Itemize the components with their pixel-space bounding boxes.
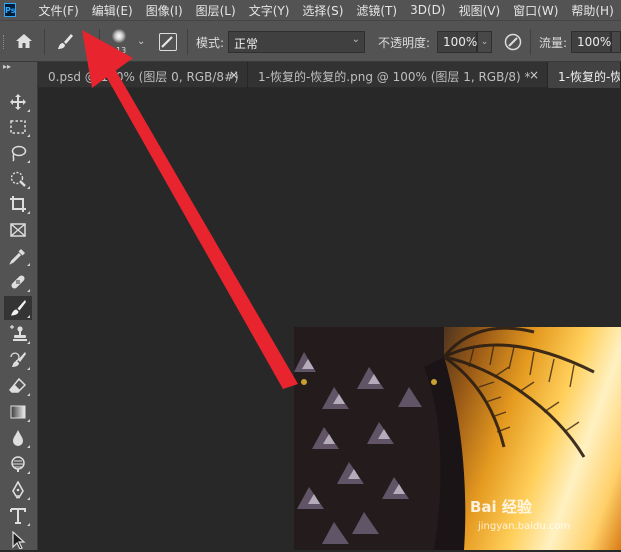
menu-select[interactable]: 选择(S) <box>302 2 343 19</box>
tab-0-psd[interactable]: 0.psd @ 100% (图层 0, RGB/8#) <box>38 62 248 88</box>
opacity-label: 不透明度: <box>378 36 431 50</box>
tab-label: 1-恢复的-恢 <box>558 70 621 84</box>
pen-tool-icon[interactable] <box>4 478 32 502</box>
tab-close-icon[interactable]: × <box>529 68 539 82</box>
brush-picker-chevron-icon[interactable]: ⌄ <box>137 36 145 47</box>
palm-image-graphic <box>294 327 595 550</box>
brush-preset-icon[interactable] <box>55 32 75 56</box>
menu-window[interactable]: 窗口(W) <box>513 2 558 19</box>
type-tool-icon[interactable] <box>4 504 32 528</box>
tools-panel: ▸▸ <box>0 62 38 550</box>
options-bar: 13 ⌄ 模式: 正常 ⌄ 不透明度: 100% ⌄ 流量: 100% <box>0 20 621 62</box>
quick-selection-tool-icon[interactable] <box>4 167 32 191</box>
tab-close-icon[interactable]: × <box>229 68 239 82</box>
mode-label: 模式: <box>196 36 225 50</box>
baidu-watermark: Bai 经验 <box>470 498 532 516</box>
blur-tool-icon[interactable] <box>4 426 32 450</box>
tab-label: 0.psd @ 100% (图层 0, RGB/8#) <box>48 70 239 84</box>
flow-input[interactable]: 100% <box>571 31 611 53</box>
menu-file[interactable]: 文件(F) <box>38 2 78 19</box>
menu-view[interactable]: 视图(V) <box>459 2 501 19</box>
menu-bar: Ps 文件(F) 编辑(E) 图像(I) 图层(L) 文字(Y) 选择(S) 滤… <box>0 0 621 20</box>
clone-stamp-tool-icon[interactable] <box>4 322 32 346</box>
tab-label: 1-恢复的-恢复的.png @ 100% (图层 1, RGB/8) * <box>258 70 531 84</box>
baidu-watermark-url: jingyan.baidu.com <box>478 521 571 532</box>
move-tool-icon[interactable] <box>4 90 32 114</box>
canvas-image[interactable] <box>294 327 621 550</box>
dodge-tool-icon[interactable] <box>4 452 32 476</box>
frame-tool-icon[interactable] <box>4 218 32 242</box>
flow-label: 流量: <box>539 36 568 50</box>
home-icon[interactable] <box>14 32 34 54</box>
mode-dropdown[interactable]: 正常 ⌄ <box>228 31 365 53</box>
photoshop-logo-icon[interactable]: Ps <box>4 3 17 17</box>
brush-tool-icon[interactable] <box>4 296 32 320</box>
menu-filter[interactable]: 滤镜(T) <box>356 2 397 19</box>
options-grip[interactable] <box>3 35 7 49</box>
crop-tool-icon[interactable] <box>4 192 32 216</box>
menu-image[interactable]: 图像(I) <box>146 2 183 19</box>
marquee-tool-icon[interactable] <box>4 115 32 139</box>
collapse-toolbar-icon[interactable]: ▸▸ <box>3 62 11 71</box>
tab-active-document[interactable]: 1-恢复的-恢 <box>548 62 621 88</box>
eraser-tool-icon[interactable] <box>4 374 32 398</box>
brush-size-value: 13 <box>116 46 127 55</box>
lasso-tool-icon[interactable] <box>4 141 32 165</box>
gradient-tool-icon[interactable] <box>4 400 32 424</box>
chevron-down-icon: ⌄ <box>351 34 360 45</box>
brush-tip-preview-icon[interactable] <box>112 29 126 43</box>
path-selection-tool-icon[interactable] <box>4 528 32 552</box>
menu-3d[interactable]: 3D(D) <box>410 3 445 17</box>
menu-layer[interactable]: 图层(L) <box>196 2 236 19</box>
brush-settings-panel-icon[interactable] <box>159 33 177 51</box>
tab-1-png[interactable]: 1-恢复的-恢复的.png @ 100% (图层 1, RGB/8) * <box>248 62 548 88</box>
pressure-opacity-icon[interactable] <box>503 32 523 56</box>
document-tab-bar: 0.psd @ 100% (图层 0, RGB/8#) × 1-恢复的-恢复的.… <box>38 62 621 88</box>
flow-slider-chevron-icon[interactable] <box>611 31 621 53</box>
menu-edit[interactable]: 编辑(E) <box>92 2 133 19</box>
history-brush-tool-icon[interactable] <box>4 348 32 372</box>
healing-brush-tool-icon[interactable] <box>4 270 32 294</box>
eyedropper-tool-icon[interactable] <box>4 244 32 268</box>
mode-value: 正常 <box>234 37 259 51</box>
opacity-slider-chevron-icon[interactable]: ⌄ <box>477 31 492 53</box>
opacity-input[interactable]: 100% <box>437 31 477 53</box>
menu-type[interactable]: 文字(Y) <box>249 2 290 19</box>
menu-help[interactable]: 帮助(H) <box>571 2 613 19</box>
